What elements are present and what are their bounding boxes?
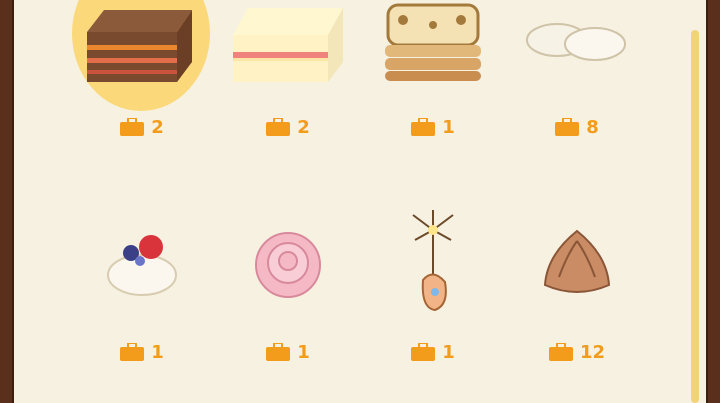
item-slot-berry-cream-dessert[interactable]: 1: [62, 225, 222, 395]
item-slot-pink-rose-cake[interactable]: 1: [208, 225, 368, 395]
strawberry-shortcake-icon: [233, 8, 343, 82]
chocolate-layer-cake-icon: [87, 10, 192, 82]
bag-icon: [555, 118, 580, 136]
item-count-value: 2: [297, 116, 310, 138]
item-count-value: 12: [579, 341, 606, 363]
bag-icon: [120, 343, 145, 361]
chocolate-meringue-icon: [543, 229, 611, 293]
white-meringues-icon: [526, 23, 626, 61]
item-slot-strawberry-shortcake-slice[interactable]: 2: [208, 0, 368, 170]
item-slot-sparkler-cookie[interactable]: 1: [353, 210, 513, 380]
item-count-value: 1: [442, 116, 455, 138]
item-count-value: 1: [151, 341, 164, 363]
item-count: 1: [208, 341, 368, 363]
bag-icon: [266, 343, 291, 361]
item-count: 1: [62, 341, 222, 363]
item-count-value: 8: [586, 116, 599, 138]
item-slot-chocolate-meringue[interactable]: 12: [497, 225, 657, 395]
decorated-biscuit-icon: [385, 3, 481, 81]
item-count: 8: [497, 116, 657, 138]
bag-icon: [411, 118, 436, 136]
item-count: 1: [353, 116, 513, 138]
bag-icon: [120, 118, 145, 136]
item-count: 1: [353, 341, 513, 363]
item-count: 12: [497, 341, 657, 363]
item-slot-chocolate-layer-cake[interactable]: 2: [62, 0, 222, 170]
bag-icon: [411, 343, 436, 361]
item-count-value: 2: [151, 116, 164, 138]
item-count: 2: [208, 116, 368, 138]
item-count-value: 1: [297, 341, 310, 363]
item-slot-white-meringues[interactable]: 8: [497, 0, 657, 170]
bag-icon: [266, 118, 291, 136]
berry-cream-icon: [107, 235, 177, 296]
item-count-value: 1: [442, 341, 455, 363]
item-slot-decorated-biscuit-cake[interactable]: 1: [353, 0, 513, 170]
pink-rose-icon: [255, 232, 321, 298]
bag-icon: [548, 343, 573, 361]
sparkler-cookie-icon: [412, 210, 454, 312]
scrollbar[interactable]: [691, 30, 699, 403]
item-count: 2: [62, 116, 222, 138]
